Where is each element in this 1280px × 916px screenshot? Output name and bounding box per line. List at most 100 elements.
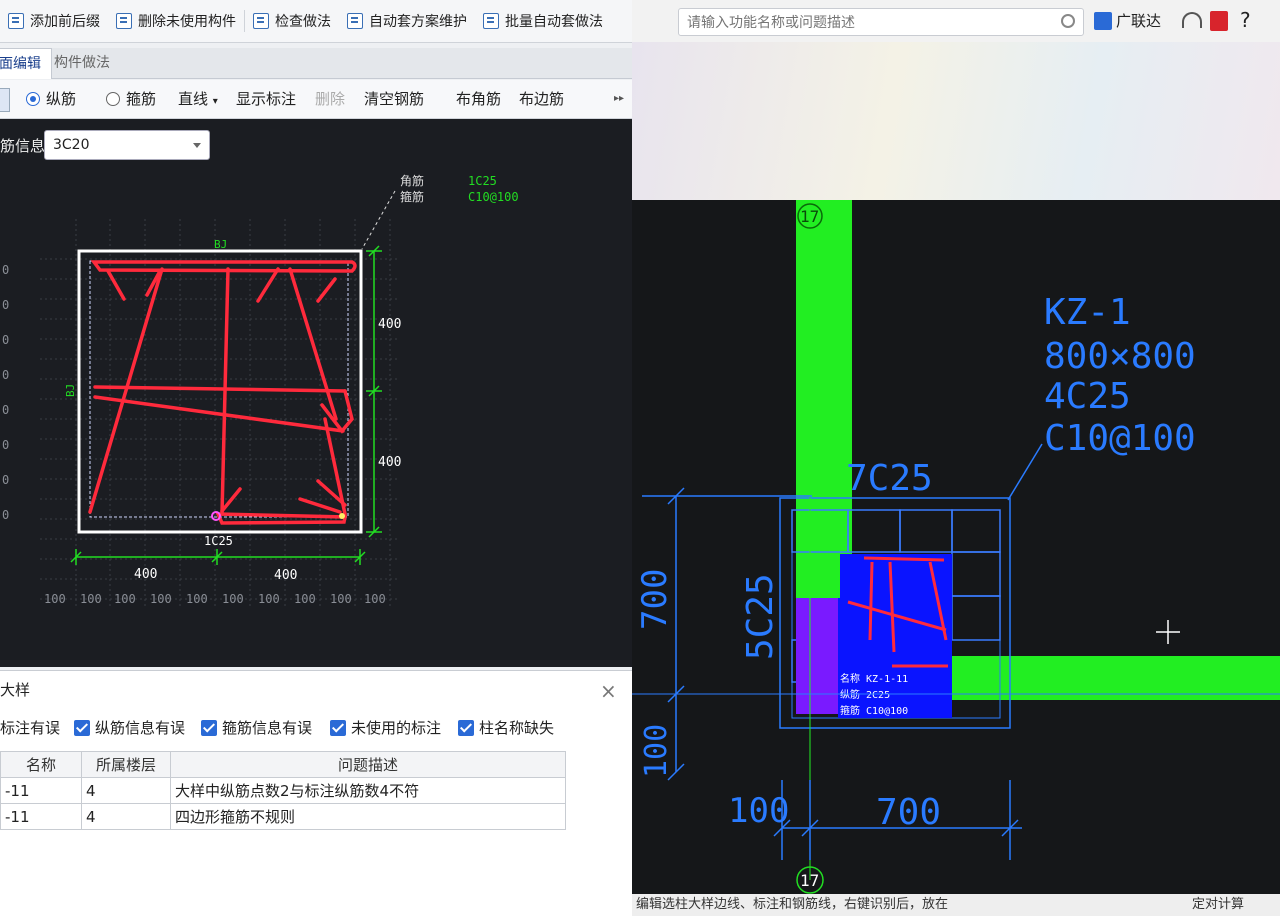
corner-rebar-label: 角筋 bbox=[400, 173, 424, 188]
main-toolbar: 添加前后缀 删除未使用构件 检查做法 自动套方案维护 批量自动套做法 bbox=[0, 0, 632, 43]
dim-bottom-left: 400 bbox=[134, 567, 157, 582]
search-input[interactable] bbox=[679, 9, 1049, 37]
dim-right-lower: 400 bbox=[378, 455, 401, 470]
batch-auto-button[interactable]: 批量自动套做法 bbox=[475, 0, 611, 42]
beam-vertical bbox=[796, 200, 852, 598]
column-corner-label: 4C25 bbox=[1044, 376, 1131, 417]
svg-text:100: 100 bbox=[114, 592, 136, 606]
corner-rebar-button[interactable]: 布角筋 bbox=[456, 80, 501, 118]
bottom-rebar-label: 1C25 bbox=[204, 534, 233, 548]
stirrup-rebar-value: C10@100 bbox=[468, 190, 519, 204]
scheme-icon bbox=[347, 13, 363, 29]
svg-text:100: 100 bbox=[330, 592, 352, 606]
column-header-floor[interactable]: 所属楼层 bbox=[81, 751, 171, 778]
show-label-button[interactable]: 显示标注 bbox=[236, 80, 296, 118]
beam-overlap bbox=[796, 554, 840, 598]
search-icon[interactable] bbox=[1061, 14, 1075, 28]
table-row[interactable]: -11 4 四边形箍筋不规则 bbox=[0, 803, 566, 830]
tab-method[interactable]: 构件做法 bbox=[44, 48, 120, 78]
column-name-label: KZ-1 bbox=[1044, 292, 1131, 333]
line-mode-dropdown[interactable]: 直线 ▾ bbox=[178, 80, 218, 118]
svg-text:0: 0 bbox=[2, 368, 9, 382]
left-window: 添加前后缀 删除未使用构件 检查做法 自动套方案维护 批量自动套做法 面编辑 构… bbox=[0, 0, 632, 916]
column-size-label: 800×800 bbox=[1044, 336, 1196, 377]
search-box[interactable] bbox=[678, 8, 1084, 37]
rebar-info-select[interactable]: 3C20 bbox=[44, 130, 210, 160]
axis-label-bottom: 17 bbox=[800, 871, 819, 890]
svg-text:0: 0 bbox=[2, 298, 9, 312]
svg-text:0: 0 bbox=[2, 473, 9, 487]
column-header-desc[interactable]: 问题描述 bbox=[170, 751, 566, 778]
radio-selected-icon bbox=[26, 92, 40, 106]
dim-bottom-right: 400 bbox=[274, 568, 297, 583]
tab-bar: 面编辑 构件做法 bbox=[0, 48, 632, 79]
help-icon[interactable]: ? bbox=[1240, 8, 1251, 32]
radio-icon bbox=[106, 92, 120, 106]
dim-bottom-100: 100 bbox=[728, 791, 789, 831]
svg-text:100: 100 bbox=[186, 592, 208, 606]
svg-text:100: 100 bbox=[258, 592, 280, 606]
mini-name-label: 名称 KZ-1-11 bbox=[840, 672, 908, 685]
blank-area bbox=[632, 42, 1280, 200]
top-rebar-label: 7C25 bbox=[846, 458, 933, 499]
tool-selector[interactable] bbox=[0, 88, 10, 112]
user-name[interactable]: 广联达 bbox=[1116, 10, 1161, 31]
svg-text:100: 100 bbox=[44, 592, 66, 606]
bj-top-label: BJ bbox=[214, 238, 227, 251]
right-window: 广联达 ? 17 bbox=[632, 0, 1280, 916]
top-bar: 广联达 ? bbox=[632, 0, 1280, 42]
add-prefix-suffix-button[interactable]: 添加前后缀 bbox=[0, 0, 108, 42]
clear-rebar-button[interactable]: 清空钢筋 bbox=[364, 80, 424, 118]
stirrup-rebar-label: 箍筋 bbox=[400, 189, 424, 204]
dim-right-upper: 400 bbox=[378, 317, 401, 332]
check-icon bbox=[253, 13, 269, 29]
bj-left-label: BJ bbox=[64, 384, 77, 397]
plan-canvas[interactable]: 17 名称 KZ-1-11 纵筋 2C25 箍筋 C10@100 KZ-1 80… bbox=[632, 200, 1280, 894]
right-dimensions bbox=[366, 245, 382, 538]
dim-left-700: 700 bbox=[635, 569, 675, 630]
svg-text:0: 0 bbox=[2, 333, 9, 347]
delete-button[interactable]: 删除 bbox=[315, 80, 345, 118]
column-header-name[interactable]: 名称 bbox=[0, 751, 82, 778]
filter-long-rebar-error[interactable]: 纵筋信息有误 bbox=[74, 717, 185, 739]
check-method-button[interactable]: 检查做法 bbox=[245, 0, 339, 42]
bottom-dimensions bbox=[70, 549, 366, 565]
close-icon[interactable]: × bbox=[600, 681, 617, 701]
filter-missing-name[interactable]: 柱名称缺失 bbox=[458, 717, 554, 739]
more-tools-button[interactable]: ▸▸ bbox=[614, 80, 624, 118]
filter-unused-label[interactable]: 未使用的标注 bbox=[330, 717, 441, 739]
auto-scheme-button[interactable]: 自动套方案维护 bbox=[339, 0, 475, 42]
chevron-down-icon bbox=[193, 143, 201, 148]
rebar-point bbox=[339, 513, 345, 519]
svg-text:0: 0 bbox=[2, 403, 9, 417]
svg-text:100: 100 bbox=[364, 592, 386, 606]
filter-stirrup-error[interactable]: 箍筋信息有误 bbox=[201, 717, 312, 739]
stirrup-radio[interactable]: 箍筋 bbox=[106, 80, 156, 118]
checkbox-checked-icon bbox=[458, 720, 474, 736]
list-icon bbox=[116, 13, 132, 29]
mini-stirrup-label: 箍筋 C10@100 bbox=[840, 704, 908, 717]
section-canvas[interactable]: 角筋 箍筋 1C25 C10@100 BJ BJ 400 400 1C25 40… bbox=[0, 119, 632, 667]
dialog-title: 大样 bbox=[0, 681, 31, 699]
avatar[interactable] bbox=[1094, 12, 1112, 30]
rebar-toolbar: 纵筋 箍筋 直线 ▾ 显示标注 删除 清空钢筋 布角筋 布边筋 ▸▸ bbox=[0, 80, 632, 119]
column-stirrup-label: C10@100 bbox=[1044, 418, 1196, 459]
svg-text:0: 0 bbox=[2, 263, 9, 277]
status-right-text: 定对计算 bbox=[1192, 897, 1245, 912]
svg-text:0: 0 bbox=[2, 508, 9, 522]
calendar-icon[interactable] bbox=[1210, 11, 1228, 31]
delete-unused-button[interactable]: 删除未使用构件 bbox=[108, 0, 244, 42]
svg-text:100: 100 bbox=[294, 592, 316, 606]
plan-drawing: 17 名称 KZ-1-11 纵筋 2C25 箍筋 C10@100 KZ-1 80… bbox=[632, 200, 1280, 894]
document-icon bbox=[8, 13, 24, 29]
checkbox-checked-icon bbox=[74, 720, 90, 736]
longitudinal-radio[interactable]: 纵筋 bbox=[26, 80, 76, 118]
checkbox-checked-icon bbox=[201, 720, 217, 736]
headset-icon[interactable] bbox=[1182, 12, 1202, 28]
rebar-info-label: 筋信息: bbox=[0, 137, 51, 155]
edge-rebar-button[interactable]: 布边筋 bbox=[519, 80, 564, 118]
filter-label-error[interactable]: 标注有误 bbox=[0, 717, 60, 739]
side-rebar-label: 5C25 bbox=[740, 573, 781, 660]
table-row[interactable]: -11 4 大样中纵筋点数2与标注纵筋数4不符 bbox=[0, 777, 566, 804]
svg-text:100: 100 bbox=[150, 592, 172, 606]
